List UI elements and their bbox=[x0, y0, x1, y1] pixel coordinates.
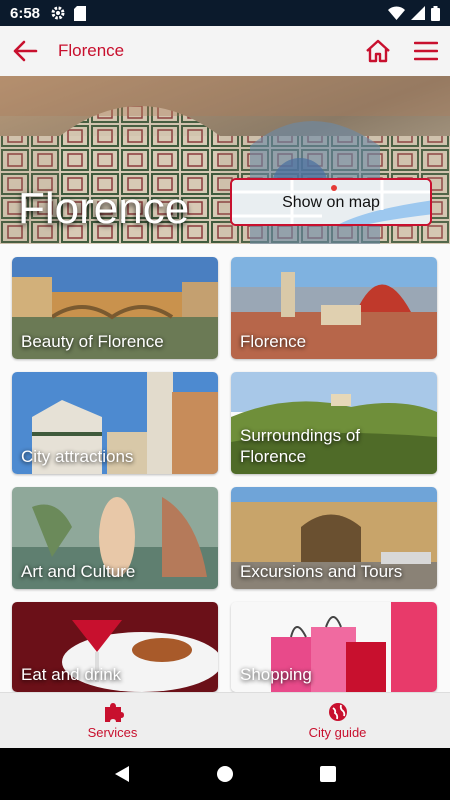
nav-services[interactable]: Services bbox=[0, 693, 225, 748]
sd-card-icon bbox=[74, 5, 87, 21]
tile-eat-and-drink[interactable]: Eat and drink bbox=[12, 602, 218, 692]
tile-label: Florence bbox=[240, 332, 307, 351]
settings-icon bbox=[51, 6, 65, 20]
show-on-map-button[interactable]: Show on map bbox=[230, 178, 432, 226]
tile-label: Art and Culture bbox=[21, 562, 136, 581]
back-button[interactable] bbox=[0, 26, 50, 76]
signal-icon bbox=[411, 6, 425, 20]
hero-title: Florence bbox=[18, 184, 190, 233]
status-time: 6:58 bbox=[10, 4, 41, 22]
battery-icon bbox=[431, 5, 440, 21]
puzzle-piece-icon bbox=[104, 703, 124, 722]
tile-label: Eat and drink bbox=[21, 665, 122, 684]
tile-beauty-of-florence[interactable]: Beauty of Florence bbox=[12, 257, 218, 359]
wifi-icon bbox=[388, 6, 405, 20]
system-back-button[interactable] bbox=[102, 754, 142, 794]
home-icon bbox=[366, 39, 390, 63]
nav-city-guide[interactable]: City guide bbox=[225, 693, 450, 748]
home-button[interactable] bbox=[354, 26, 402, 76]
app-bar: Florence bbox=[0, 26, 450, 76]
tile-city-attractions[interactable]: City attractions bbox=[12, 372, 218, 474]
nav-city-guide-label: City guide bbox=[308, 725, 367, 740]
status-bar: 6:58 bbox=[0, 0, 450, 26]
system-navigation-bar bbox=[0, 748, 450, 800]
tile-florence[interactable]: Florence bbox=[231, 257, 437, 359]
arrow-left-icon bbox=[13, 40, 38, 62]
bottom-navigation: Services City guide bbox=[0, 692, 450, 748]
tile-art-and-culture[interactable]: Art and Culture bbox=[12, 487, 218, 589]
tile-label: Shopping bbox=[240, 665, 312, 684]
tile-shopping[interactable]: Shopping bbox=[231, 602, 437, 692]
nav-services-label: Services bbox=[87, 725, 138, 740]
square-recents-icon bbox=[320, 766, 337, 782]
hamburger-menu-icon bbox=[414, 41, 438, 61]
tile-label: Excursions and Tours bbox=[240, 562, 403, 581]
system-home-button[interactable] bbox=[205, 754, 245, 794]
tile-surroundings-of-florence[interactable]: Surroundings of Florence bbox=[231, 372, 437, 474]
tile-label: Beauty of Florence bbox=[21, 332, 164, 351]
globe-icon bbox=[328, 703, 347, 721]
show-on-map-label: Show on map bbox=[282, 194, 380, 211]
tile-label: Surroundings of Florence bbox=[240, 426, 361, 466]
tile-label: City attractions bbox=[21, 447, 134, 466]
page-title: Florence bbox=[58, 41, 125, 60]
triangle-back-icon bbox=[114, 766, 129, 782]
menu-button[interactable] bbox=[402, 26, 450, 76]
tile-excursions-and-tours[interactable]: Excursions and Tours bbox=[231, 487, 437, 589]
circle-home-icon bbox=[216, 766, 233, 782]
system-recents-button[interactable] bbox=[308, 754, 348, 794]
